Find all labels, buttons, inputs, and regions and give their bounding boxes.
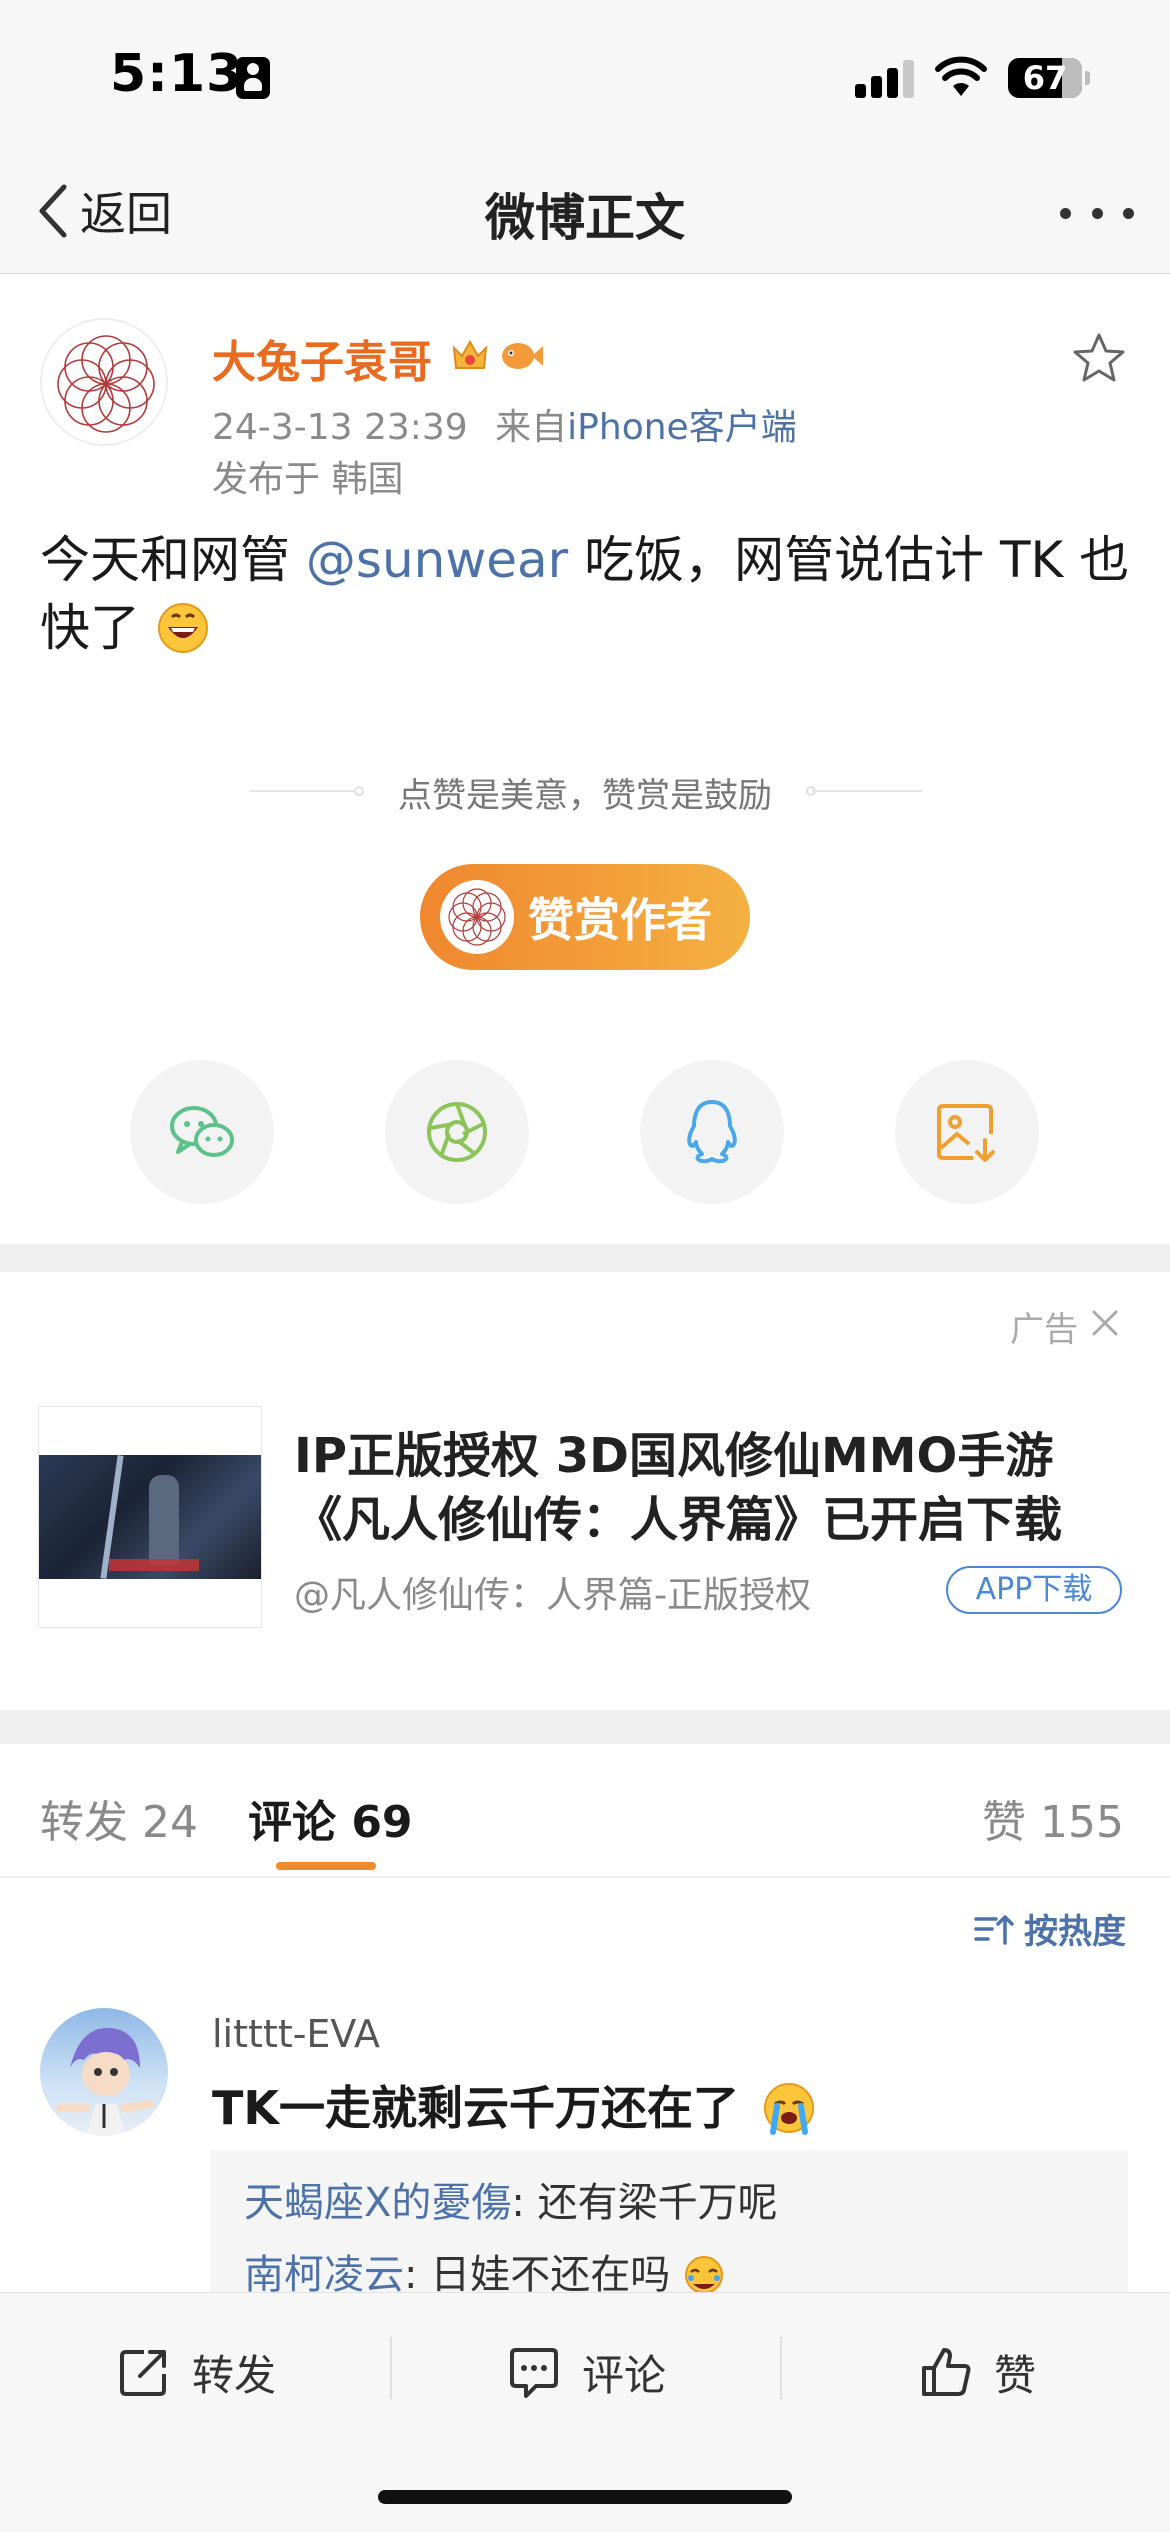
wechat-icon <box>170 1106 234 1157</box>
section-separator <box>0 1244 1170 1272</box>
reward-button-label: 赞赏作者 <box>528 893 712 947</box>
nav-bar: 返回 微博正文 <box>0 150 1170 274</box>
source-prefix: 来自 <box>495 407 568 448</box>
cellular-signal-icon <box>855 58 915 98</box>
sort-icon <box>974 1914 1014 1945</box>
close-icon[interactable] <box>1090 1308 1120 1338</box>
vip-crown-icon[interactable] <box>448 334 492 378</box>
fish-badge-icon[interactable] <box>496 334 544 378</box>
thumbs-up-icon <box>922 2348 971 2396</box>
comment-label: 评论 <box>582 2350 667 2400</box>
save-image-button[interactable] <box>895 1060 1039 1204</box>
post-text: 今天和网管 @sunwear 吃饭，网管说估计 TK 也快了 <box>40 526 1130 662</box>
like-label: 赞 <box>994 2350 1037 2400</box>
ad-title-line: IP正版授权 3D国风修仙MMO手游 <box>294 1428 1054 1484</box>
post-text-part: 今天和网管 <box>40 531 290 589</box>
divider <box>0 1876 1170 1878</box>
ad-source[interactable]: @凡人修仙传：人界篇-正版授权 <box>294 1566 811 1618</box>
more-options-icon[interactable] <box>1060 202 1134 224</box>
active-tab-indicator <box>276 1862 376 1870</box>
app-download-button[interactable]: APP下载 <box>946 1566 1122 1614</box>
comment-button[interactable]: 评论 <box>506 2337 666 2407</box>
crying-emoji-icon <box>764 2083 815 2135</box>
post-meta: 24-3-13 23:39 来自iPhone客户端 <box>212 398 797 450</box>
share-moments-button[interactable] <box>385 1060 529 1204</box>
qq-icon <box>687 1100 737 1164</box>
ad-title[interactable]: IP正版授权 3D国风修仙MMO手游 《凡人修仙传：人界篇》已开启下载 <box>294 1424 1124 1552</box>
author-avatar[interactable] <box>40 318 168 446</box>
anime-avatar-icon <box>56 2027 154 2136</box>
sort-label: 按热度 <box>1024 1912 1126 1952</box>
ad-label: 广告 <box>1010 1310 1078 1350</box>
comment-icon <box>510 2348 558 2398</box>
share-wechat-button[interactable] <box>130 1060 274 1204</box>
favorite-star-icon[interactable] <box>1070 330 1128 388</box>
ad-thumbnail[interactable] <box>38 1406 262 1628</box>
reply-text: : 还有梁千万呢 <box>511 2180 778 2226</box>
comment-body: TK一走就剩云千万还在了 <box>212 2081 740 2135</box>
page-title: 微博正文 <box>485 189 685 247</box>
divider <box>780 2337 782 2399</box>
wifi-icon <box>935 56 987 96</box>
status-bar: 5:13 67 <box>0 0 1170 150</box>
ad-title-line: 《凡人修仙传：人界篇》已开启下载 <box>294 1492 1063 1548</box>
like-button[interactable]: 赞 <box>918 2337 1036 2407</box>
laugh-cry-emoji-icon <box>684 2256 723 2294</box>
grin-emoji-icon <box>157 603 208 653</box>
comment-text: TK一走就剩云千万还在了 <box>212 2072 817 2138</box>
focus-person-icon <box>236 57 270 99</box>
home-indicator[interactable] <box>378 2490 792 2504</box>
commenter-avatar[interactable] <box>40 2008 168 2136</box>
share-qq-button[interactable] <box>640 1060 784 1204</box>
section-separator <box>0 1710 1170 1744</box>
commenter-name[interactable]: litttt-EVA <box>212 2012 380 2056</box>
reward-tip-text: 点赞是美意，赞赏是鼓励 <box>398 776 772 816</box>
author-name[interactable]: 大兔子袁哥 <box>212 326 432 390</box>
divider <box>390 2337 392 2399</box>
rosette-logo-icon <box>448 888 506 946</box>
status-time: 5:13 <box>110 44 244 104</box>
tab-like[interactable]: 赞 155 <box>982 1786 1124 1850</box>
save-image-icon <box>937 1104 995 1162</box>
repost-button[interactable]: 转发 <box>116 2337 276 2407</box>
divider <box>812 790 922 792</box>
tab-repost[interactable]: 转发 24 <box>40 1786 198 1850</box>
rosette-logo-icon <box>57 335 155 433</box>
moments-icon <box>427 1102 487 1162</box>
mention-link[interactable]: @sunwear <box>306 531 568 589</box>
post-location: 发布于 韩国 <box>212 459 404 500</box>
battery-level: 67 <box>1022 59 1068 97</box>
repost-label: 转发 <box>192 2350 277 2400</box>
reply-preview-box[interactable]: 天蝎座X的憂傷: 还有梁千万呢 南柯凌云: 日娃不还在吗 <box>210 2150 1128 2300</box>
reply-username[interactable]: 天蝎座X的憂傷 <box>244 2180 511 2226</box>
post-source-link[interactable]: iPhone客户端 <box>567 407 797 448</box>
tab-comment[interactable]: 评论 69 <box>248 1786 413 1850</box>
post-timestamp: 24-3-13 23:39 <box>212 407 468 448</box>
reply-item: 天蝎座X的憂傷: 还有梁千万呢 <box>244 2170 778 2228</box>
repost-icon <box>120 2350 166 2396</box>
reward-avatar <box>440 880 514 954</box>
sort-button[interactable]: 按热度 <box>974 1904 1126 1953</box>
battery-icon: 67 <box>1008 58 1082 98</box>
reward-author-button[interactable]: 赞赏作者 <box>420 864 750 970</box>
